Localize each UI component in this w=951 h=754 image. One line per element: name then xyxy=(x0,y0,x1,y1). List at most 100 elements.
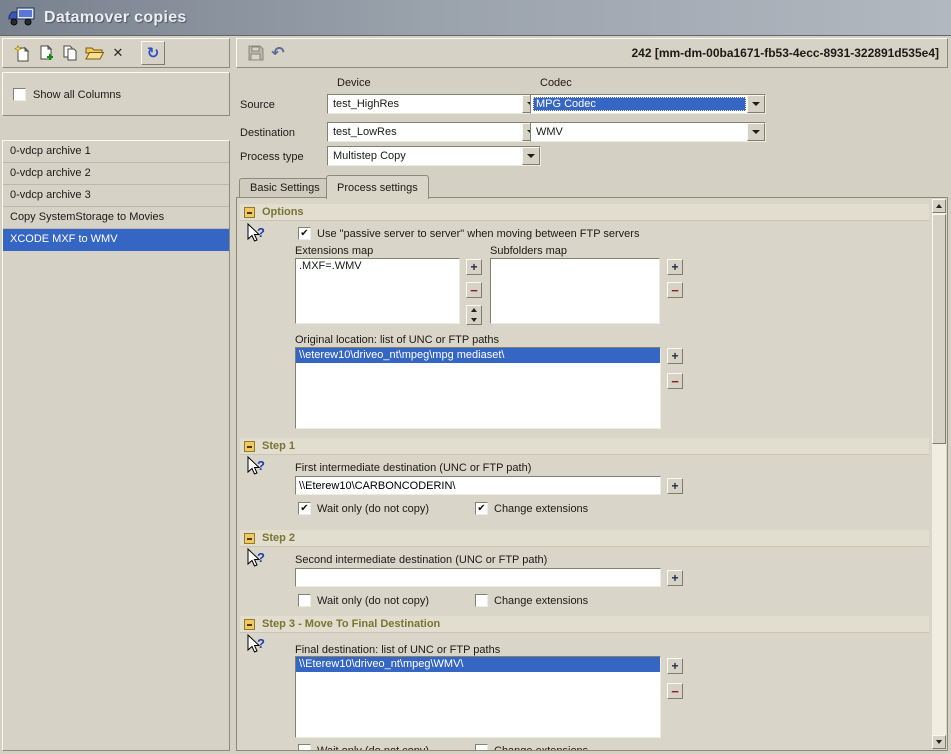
list-item[interactable]: Copy SystemStorage to Movies xyxy=(3,207,229,229)
dropdown-button[interactable] xyxy=(747,95,765,113)
refresh-icon: ↻ xyxy=(147,44,160,62)
subfolders-add-button[interactable]: + xyxy=(667,259,683,275)
final-add-button[interactable]: + xyxy=(667,658,683,674)
plus-icon: + xyxy=(671,571,678,585)
delete-x-icon: ✕ xyxy=(113,45,124,61)
final-remove-button[interactable]: − xyxy=(667,683,683,699)
extensions-remove-button[interactable]: − xyxy=(466,282,482,298)
process-type-combobox[interactable]: Multistep Copy xyxy=(327,146,541,166)
subfolders-map-label: Subfolders map xyxy=(490,245,567,257)
extensions-add-button[interactable]: + xyxy=(466,259,482,275)
context-help-button[interactable]: ? xyxy=(245,634,267,656)
final-destination-listbox[interactable]: \\Eterew10\driveo_nt\mpeg\WMV\ xyxy=(295,656,661,738)
vertical-scrollbar[interactable] xyxy=(932,199,946,749)
step1-wait-only-checkbox[interactable]: ✔ xyxy=(298,502,311,515)
new-from-template-button[interactable] xyxy=(35,42,57,64)
right-toolbar: ↶ 242 [mm-dm-00ba1671-fb53-4ecc-8931-322… xyxy=(236,38,948,68)
new-item-button[interactable] xyxy=(11,42,33,64)
step1-group-title: Step 1 xyxy=(262,440,295,452)
help-cursor-icon: ? xyxy=(245,634,267,656)
subfolders-map-listbox[interactable] xyxy=(490,258,660,324)
plus-icon: + xyxy=(671,659,678,673)
collapse-step3-button[interactable] xyxy=(244,619,255,630)
plus-icon: + xyxy=(671,260,678,274)
copies-list[interactable]: 0-vdcp archive 1 0-vdcp archive 2 0-vdcp… xyxy=(2,140,230,751)
columns-options-box: Show all Columns xyxy=(2,72,230,116)
minus-icon: − xyxy=(470,283,478,298)
tab-process-settings[interactable]: Process settings xyxy=(326,175,429,199)
tab-basic-settings[interactable]: Basic Settings xyxy=(239,178,331,198)
listbox-item-selected[interactable]: \\eterew10\driveo_nt\mpeg\mpg mediaset\ xyxy=(296,348,660,363)
step2-group-header: Step 2 xyxy=(240,530,929,547)
step1-change-extensions-checkbox[interactable]: ✔ xyxy=(475,502,488,515)
step2-add-button[interactable]: + xyxy=(667,570,683,586)
step2-destination-label: Second intermediate destination (UNC or … xyxy=(295,554,547,566)
step1-destination-label: First intermediate destination (UNC or F… xyxy=(295,462,531,474)
original-remove-button[interactable]: − xyxy=(667,373,683,389)
refresh-button[interactable]: ↻ xyxy=(141,41,165,65)
step3-final-label: Final destination: list of UNC or FTP pa… xyxy=(295,644,500,656)
step2-change-extensions-checkbox[interactable] xyxy=(475,594,488,607)
step1-destination-input[interactable] xyxy=(295,476,661,495)
listbox-item[interactable]: .MXF=.WMV xyxy=(296,259,459,274)
codec-column-header: Codec xyxy=(540,77,572,89)
dropdown-button[interactable] xyxy=(522,147,540,165)
new-page-plus-icon xyxy=(38,45,55,62)
context-help-button[interactable]: ? xyxy=(245,456,267,478)
context-help-button[interactable]: ? xyxy=(245,223,267,245)
save-button[interactable] xyxy=(245,42,267,64)
delete-button[interactable]: ✕ xyxy=(107,42,129,64)
list-item[interactable]: 0-vdcp archive 3 xyxy=(3,185,229,207)
collapse-step1-button[interactable] xyxy=(244,441,255,452)
source-device-combobox[interactable]: test_HighRes xyxy=(327,94,541,114)
source-codec-combobox[interactable]: MPG Codec xyxy=(530,94,766,114)
options-group-title: Options xyxy=(262,206,304,218)
step3-change-extensions-label: Change extensions xyxy=(494,745,588,751)
original-add-button[interactable]: + xyxy=(667,348,683,364)
list-item[interactable]: 0-vdcp archive 2 xyxy=(3,163,229,185)
copy-button[interactable] xyxy=(59,42,81,64)
record-id-text: 242 [mm-dm-00ba1671-fb53-4ecc-8931-32289… xyxy=(631,46,939,60)
subfolders-remove-button[interactable]: − xyxy=(667,282,683,298)
original-location-label: Original location: list of UNC or FTP pa… xyxy=(295,334,499,346)
source-label: Source xyxy=(240,99,275,111)
chevron-down-icon xyxy=(752,130,760,138)
window-title: Datamover copies xyxy=(44,9,187,27)
passive-ftp-checkbox[interactable]: ✔ xyxy=(298,227,311,240)
step2-group-title: Step 2 xyxy=(262,532,295,544)
app-window: Datamover copies xyxy=(0,0,951,754)
arrow-up-icon xyxy=(471,305,477,312)
process-type-value: Multistep Copy xyxy=(330,149,521,163)
extensions-map-label: Extensions map xyxy=(295,245,373,257)
destination-codec-combobox[interactable]: WMV xyxy=(530,122,766,142)
scroll-up-button[interactable] xyxy=(932,199,946,213)
collapse-step2-button[interactable] xyxy=(244,533,255,544)
step1-group-header: Step 1 xyxy=(240,438,929,455)
undo-button[interactable]: ↶ xyxy=(267,42,289,64)
dropdown-button[interactable] xyxy=(747,123,765,141)
original-location-listbox[interactable]: \\eterew10\driveo_nt\mpeg\mpg mediaset\ xyxy=(295,347,661,429)
step1-add-button[interactable]: + xyxy=(667,478,683,494)
extensions-reorder-button[interactable] xyxy=(466,305,482,325)
step3-wait-only-checkbox[interactable] xyxy=(298,744,311,751)
source-device-value: test_HighRes xyxy=(330,97,521,111)
extensions-map-listbox[interactable]: .MXF=.WMV xyxy=(295,258,460,324)
step2-destination-input[interactable] xyxy=(295,568,661,587)
svg-text:?: ? xyxy=(257,458,265,473)
checkmark-icon: ✔ xyxy=(477,504,485,514)
step3-change-extensions-checkbox[interactable] xyxy=(475,744,488,751)
scrollbar-thumb[interactable] xyxy=(932,214,946,444)
destination-device-combobox[interactable]: test_LowRes xyxy=(327,122,541,142)
step2-wait-only-checkbox[interactable] xyxy=(298,594,311,607)
list-item[interactable]: 0-vdcp archive 1 xyxy=(3,141,229,163)
context-help-button[interactable]: ? xyxy=(245,548,267,570)
list-item-selected[interactable]: XCODE MXF to WMV xyxy=(3,229,229,251)
show-all-columns-checkbox[interactable] xyxy=(13,88,26,101)
open-button[interactable] xyxy=(83,42,105,64)
listbox-item-selected[interactable]: \\Eterew10\driveo_nt\mpeg\WMV\ xyxy=(296,657,660,672)
checkmark-icon: ✔ xyxy=(300,504,308,514)
checkmark-icon: ✔ xyxy=(300,229,308,239)
collapse-options-button[interactable] xyxy=(244,207,255,218)
svg-text:?: ? xyxy=(257,636,265,651)
scroll-down-button[interactable] xyxy=(932,735,946,749)
